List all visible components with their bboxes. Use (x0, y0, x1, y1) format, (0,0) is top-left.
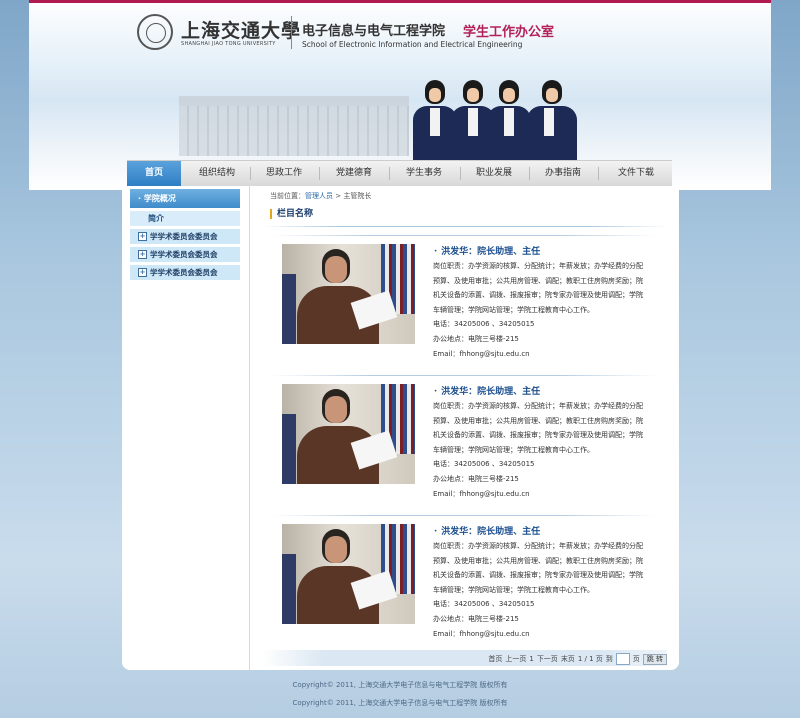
staff-office: 办公地点：电院三号楼-215 (433, 614, 519, 623)
nav-separator (598, 167, 599, 180)
prev-page-link[interactable]: 上一页 (505, 654, 526, 664)
sidebar-heading[interactable]: · 学院概况 (130, 189, 240, 208)
staff-phone: 电话：34205006 、34205015 (433, 320, 535, 329)
logo-divider (291, 16, 292, 49)
department-name-cn: 电子信息与电气工程学院 (302, 24, 446, 39)
breadcrumb-prefix: 当前位置： (270, 192, 305, 200)
staff-duty: 岗位职责：办学资源的核算、分配统计；年薪发放；办学经费的分配预算、及使用审批；公… (433, 542, 643, 594)
staff-photo (282, 524, 415, 624)
expand-plus-icon[interactable]: + (138, 250, 147, 259)
breadcrumb: 当前位置：管理人员 > 主管院长 (270, 191, 371, 201)
staff-email: Email：fhhong@sjtu.edu.cn (433, 349, 530, 358)
staff-card: · 洪发华：院长助理、主任 岗位职责：办学资源的核算、分配统计；年薪发放；办学经费… (272, 515, 672, 643)
staff-info: 岗位职责：办学资源的核算、分配统计；年薪发放；办学经费的分配预算、及使用审批；公… (433, 539, 648, 641)
nav-separator (250, 167, 251, 180)
sidebar: · 学院概况 简介 + 学学术委员会委员会 + 学学术委员会委员会 + 学学术委… (130, 189, 240, 283)
staff-office: 办公地点：电院三号楼-215 (433, 334, 519, 343)
nav-item-career[interactable]: 职业发展 (463, 161, 525, 186)
staff-photo (282, 384, 415, 484)
nav-item-student-affairs[interactable]: 学生事务 (393, 161, 455, 186)
expand-plus-icon[interactable]: + (138, 268, 147, 277)
staff-name-text: 洪发华：院长助理、主任 (441, 247, 541, 257)
staff-office: 办公地点：电院三号楼-215 (433, 474, 519, 483)
sidebar-divider (249, 186, 250, 670)
sidebar-item-label: 学学术委员会委员会 (150, 250, 218, 259)
staff-info: 岗位职责：办学资源的核算、分配统计；年薪发放；办学经费的分配预算、及使用审批；公… (433, 259, 648, 361)
staff-email: Email：fhhong@sjtu.edu.cn (433, 489, 530, 498)
campus-building-image (179, 96, 409, 156)
column-title: 栏目名称 (270, 209, 313, 219)
staff-phone: 电话：34205006 、34205015 (433, 600, 535, 609)
sidebar-item-committee[interactable]: + 学学术委员会委员会 (130, 247, 240, 262)
goto-label: 到 (605, 655, 613, 663)
staff-name[interactable]: · 洪发华：院长助理、主任 (434, 244, 540, 257)
staff-name-text: 洪发华：院长助理、主任 (441, 527, 541, 537)
staff-duty: 岗位职责：办学资源的核算、分配统计；年薪发放；办学经费的分配预算、及使用审批；公… (433, 402, 643, 454)
staff-email: Email：fhhong@sjtu.edu.cn (433, 629, 530, 638)
page-status: 1 / 1 页 (577, 655, 603, 663)
staff-name[interactable]: · 洪发华：院长助理、主任 (434, 524, 540, 537)
sidebar-item-committee[interactable]: + 学学术委员会委员会 (130, 229, 240, 244)
office-name: 学生工作办公室 (463, 25, 555, 40)
nav-item-downloads[interactable]: 文件下载 (603, 161, 669, 186)
expand-plus-icon[interactable]: + (138, 232, 147, 241)
nav-separator (389, 167, 390, 180)
first-page-link[interactable]: 首页 (488, 654, 502, 664)
nav-item-organization[interactable]: 组织结构 (187, 161, 247, 186)
card-divider (272, 235, 657, 236)
current-page-number: 1 (529, 655, 534, 663)
pagination: 首页 上一页 1 下一页 末页 1 / 1 页 到 页 跳 转 (488, 653, 667, 665)
go-button[interactable]: 跳 转 (642, 653, 667, 665)
sidebar-item-committee[interactable]: + 学学术委员会委员会 (130, 265, 240, 280)
nav-item-guide[interactable]: 办事指南 (533, 161, 593, 186)
sidebar-item-label: 学学术委员会委员会 (150, 232, 218, 241)
card-divider (272, 515, 657, 516)
footer-line: Copyright© 2011, 上海交通大学电子信息与电气工程学院 版权所有 (292, 681, 508, 689)
nav-item-home[interactable]: 首页 (127, 161, 181, 186)
sidebar-item-intro[interactable]: 简介 (130, 211, 240, 226)
content-panel: · 学院概况 简介 + 学学术委员会委员会 + 学学术委员会委员会 + 学学术委… (122, 186, 679, 670)
nav-item-ideology[interactable]: 思政工作 (254, 161, 314, 186)
main-nav: 首页 组织结构 思政工作 党建德育 学生事务 职业发展 办事指南 文件下载 (127, 160, 672, 186)
department-name-en: School of Electronic Information and Ele… (302, 40, 523, 49)
student-figure (527, 80, 577, 162)
nav-separator (319, 167, 320, 180)
sidebar-item-label: 学学术委员会委员会 (150, 268, 218, 277)
breadcrumb-current: 主管院长 (343, 192, 372, 200)
staff-info: 岗位职责：办学资源的核算、分配统计；年薪发放；办学经费的分配预算、及使用审批；公… (433, 399, 648, 501)
university-name-en: SHANGHAI JIAO TONG UNIVERSITY (181, 41, 276, 47)
footer-copyright: Copyright© 2011, 上海交通大学电子信息与电气工程学院 版权所有 (292, 699, 508, 707)
staff-duty: 岗位职责：办学资源的核算、分配统计；年薪发放；办学经费的分配预算、及使用审批；公… (433, 262, 643, 314)
breadcrumb-link[interactable]: 管理人员 (305, 192, 333, 200)
column-title-underline (262, 226, 667, 227)
nav-separator (460, 167, 461, 180)
last-page-link[interactable]: 末页 (561, 654, 575, 664)
next-page-link[interactable]: 下一页 (537, 654, 558, 664)
page-unit-label: 页 (632, 655, 640, 663)
nav-separator (529, 167, 530, 180)
breadcrumb-separator: > (333, 192, 344, 200)
staff-card: · 洪发华：院长助理、主任 岗位职责：办学资源的核算、分配统计；年薪发放；办学经费… (272, 235, 672, 363)
page-number-input[interactable] (615, 653, 630, 665)
university-seal-icon (137, 14, 173, 50)
staff-phone: 电话：34205006 、34205015 (433, 460, 535, 469)
card-divider (272, 375, 657, 376)
university-name-cn: 上海交通大學 (181, 20, 302, 42)
staff-name-text: 洪发华：院长助理、主任 (441, 387, 541, 397)
pagination-bar: 首页 上一页 1 下一页 末页 1 / 1 页 到 页 跳 转 (262, 650, 667, 666)
nav-item-party-building[interactable]: 党建德育 (323, 161, 385, 186)
staff-photo (282, 244, 415, 344)
staff-card: · 洪发华：院长助理、主任 岗位职责：办学资源的核算、分配统计；年薪发放；办学经费… (272, 375, 672, 503)
top-accent-line (29, 0, 771, 3)
student-figure (487, 80, 531, 162)
staff-name[interactable]: · 洪发华：院长助理、主任 (434, 384, 540, 397)
